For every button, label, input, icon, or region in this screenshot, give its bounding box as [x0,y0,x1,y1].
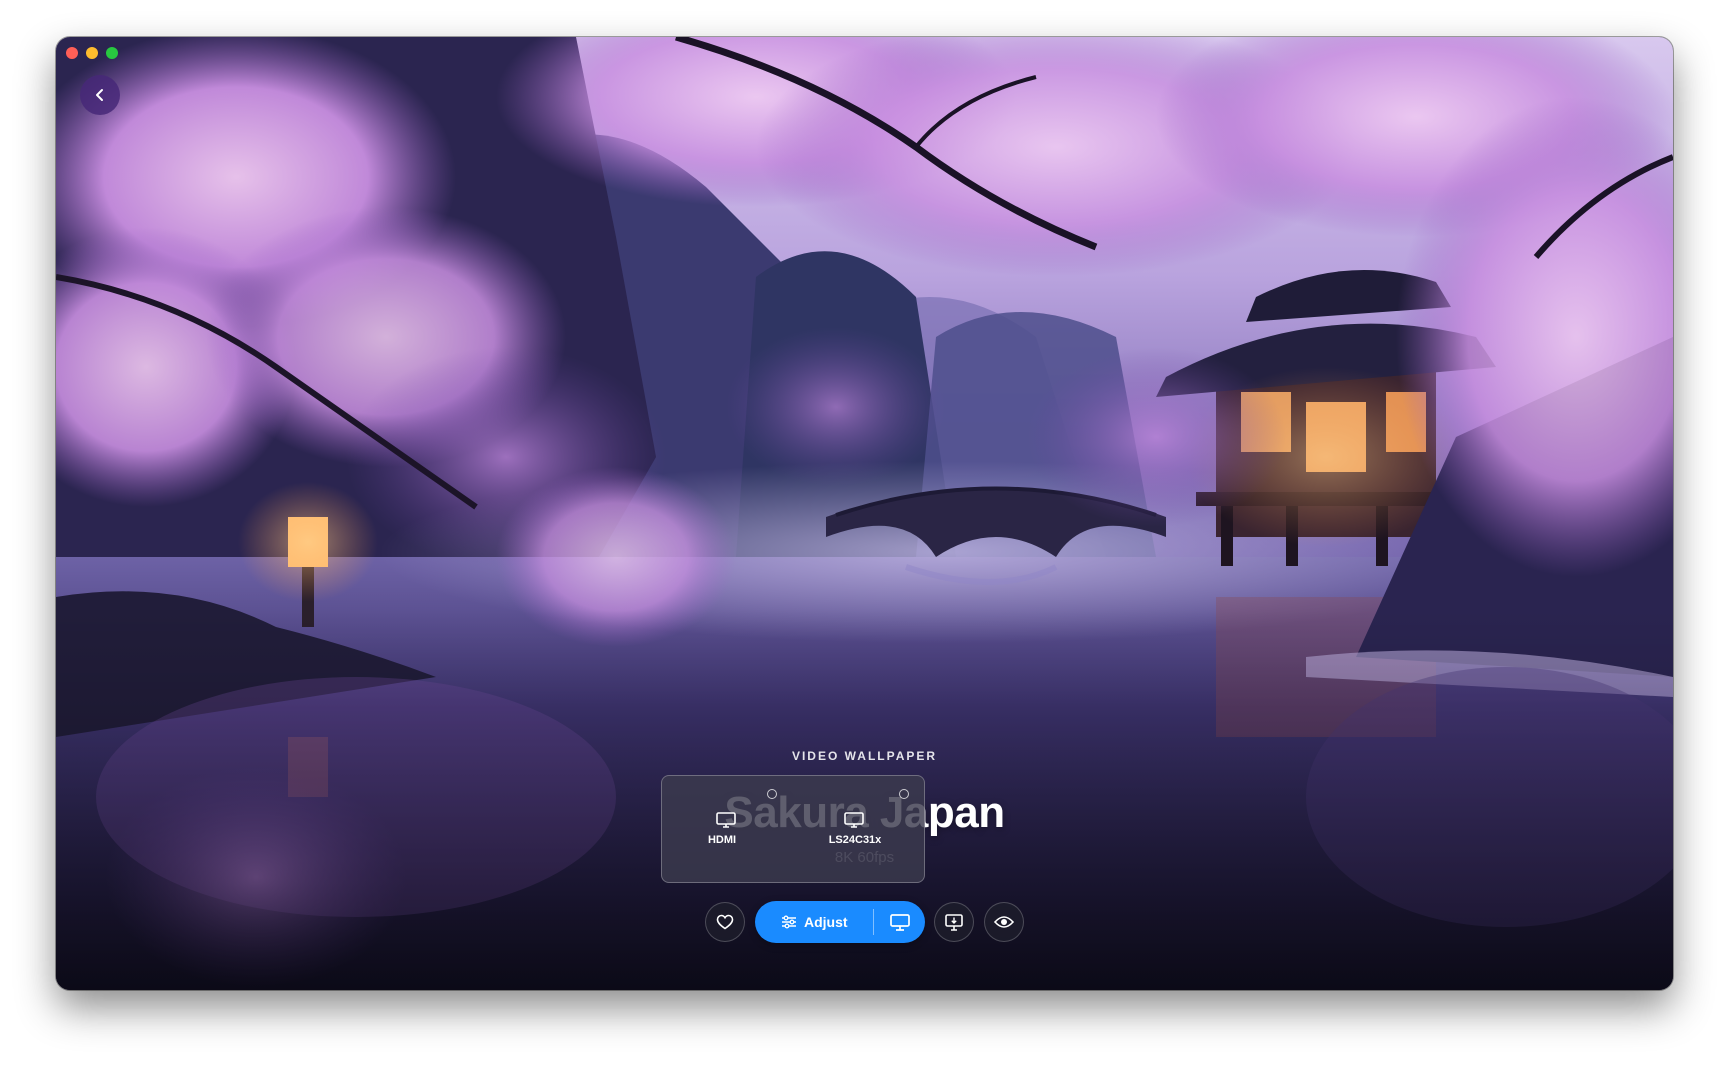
monitor-icon [716,812,736,828]
adjust-split-button: Adjust [755,901,925,943]
set-as-desktop-button[interactable] [934,902,974,942]
window-maximize-button[interactable] [106,47,118,59]
adjust-button[interactable]: Adjust [755,901,873,943]
app-window: VIDEO WALLPAPER Sakura Japan 8K 60fps HD… [56,37,1673,990]
display-radio[interactable] [767,789,777,799]
window-close-button[interactable] [66,47,78,59]
display-option-label: LS24C31x [828,834,882,846]
display-radio[interactable] [899,789,909,799]
display-option-ls24c31x[interactable]: LS24C31x [792,776,922,882]
display-option-hdmi[interactable]: HDMI [662,776,792,882]
wallpaper-category: VIDEO WALLPAPER [791,749,938,763]
wallpaper-info: VIDEO WALLPAPER Sakura Japan 8K 60fps [56,749,1673,866]
chevron-left-icon [96,89,103,101]
display-selector-popover: HDMI LS24C31x [661,775,925,883]
heart-icon [716,914,734,930]
back-button[interactable] [80,75,120,115]
monitor-download-icon [945,913,963,931]
window-minimize-button[interactable] [86,47,98,59]
window-controls [66,47,118,59]
monitor-icon [844,812,864,828]
display-option-label: HDMI [707,834,737,846]
monitor-icon [889,913,910,931]
adjust-label: Adjust [804,914,848,930]
sliders-icon [782,915,796,929]
preview-button[interactable] [984,902,1024,942]
wallpaper-toolbar: Adjust [56,900,1673,944]
eye-icon [994,916,1014,928]
favorite-button[interactable] [705,902,745,942]
display-select-button[interactable] [874,901,925,943]
